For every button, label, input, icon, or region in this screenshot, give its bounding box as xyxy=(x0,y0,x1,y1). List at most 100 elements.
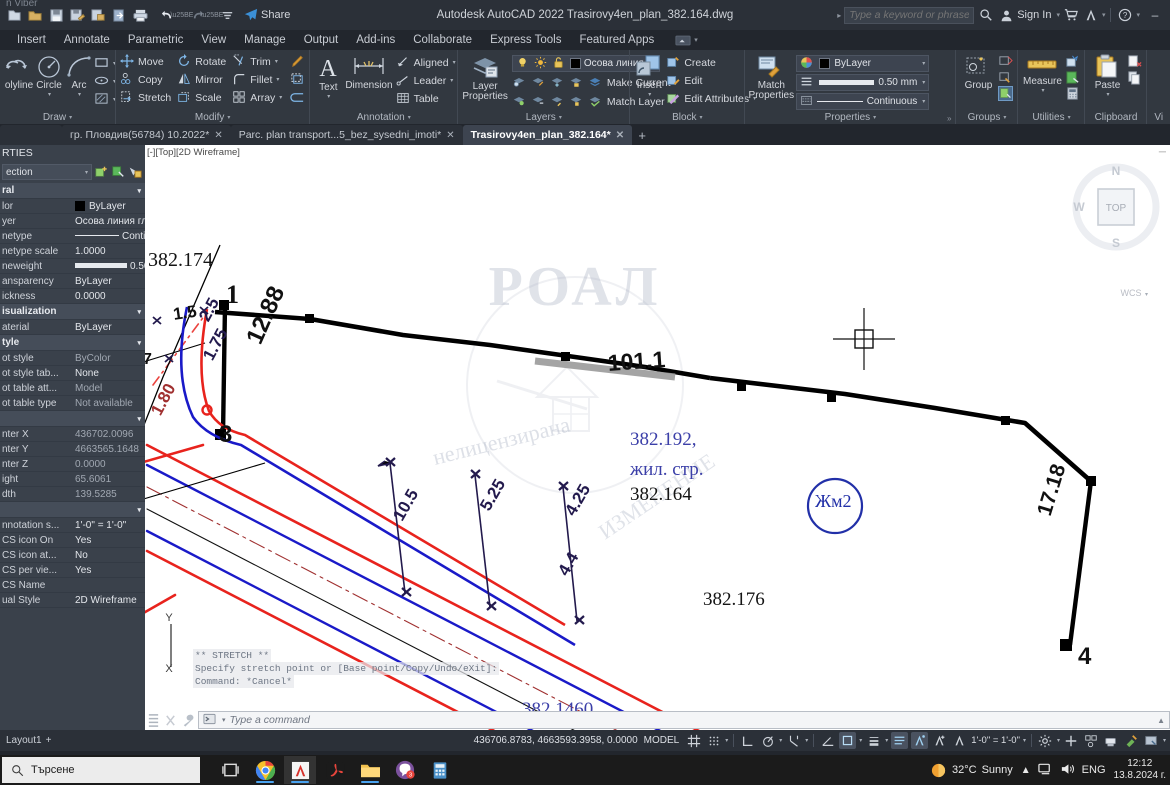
coordinates-readout[interactable]: 436706.8783, 4663593.3958, 0.0000 xyxy=(474,735,638,746)
pickadd-icon[interactable] xyxy=(128,165,143,180)
property-row[interactable]: netype Continu... xyxy=(0,229,145,244)
display-settings-icon[interactable] xyxy=(1143,732,1160,749)
transparency-icon[interactable] xyxy=(891,732,909,749)
layer-thaw-icon[interactable] xyxy=(531,94,546,109)
copy-button[interactable]: Copy xyxy=(120,71,171,88)
weather-widget[interactable]: 32°C Sunny xyxy=(930,762,1013,779)
property-value[interactable]: 1'-0" = 1'-0" xyxy=(72,520,145,531)
match-properties-button[interactable]: Match Properties xyxy=(749,53,794,101)
redo-dropdown-icon[interactable]: \u25BE xyxy=(201,5,224,25)
offset-button[interactable] xyxy=(290,71,305,88)
property-value[interactable]: 0.0000 xyxy=(72,459,145,470)
task-view-icon[interactable] xyxy=(214,756,246,784)
windows-search-box[interactable]: Търсене xyxy=(2,757,200,783)
ribbon-tab-insert[interactable]: Insert xyxy=(8,33,55,47)
customize-command-icon[interactable] xyxy=(181,713,196,728)
search-icon[interactable] xyxy=(977,6,995,24)
close-command-icon[interactable] xyxy=(164,713,179,728)
ellipse-button[interactable]: ▾ xyxy=(94,73,116,90)
isolate-objects-icon[interactable] xyxy=(1083,732,1100,749)
properties-section-header[interactable]: isualization ▾ xyxy=(0,304,145,320)
hatch-button[interactable]: ▾ xyxy=(94,91,116,108)
autocad-icon[interactable] xyxy=(284,756,316,784)
calculator-icon[interactable] xyxy=(1065,86,1080,101)
command-input-box[interactable]: ▾ Type a command ▲ xyxy=(198,711,1170,729)
select-objects-icon[interactable] xyxy=(111,165,126,180)
cleanscreen-icon[interactable] xyxy=(1123,732,1140,749)
layer-unlock-icon[interactable] xyxy=(550,94,565,109)
display-caret-icon[interactable]: ▾ xyxy=(1163,737,1166,744)
property-value[interactable]: No xyxy=(72,550,145,561)
wcs-selector[interactable]: WCS ▾ xyxy=(1120,288,1148,298)
help-caret-icon[interactable]: ▾ xyxy=(1136,11,1140,19)
store-cart-icon[interactable] xyxy=(1062,6,1080,24)
close-icon[interactable]: ✕ xyxy=(214,130,222,141)
property-value[interactable]: Yes xyxy=(72,565,145,576)
drawing-canvas[interactable]: [-][Top][2D Wireframe] ─ РОАЛ нелицензир… xyxy=(145,145,1170,730)
property-row[interactable]: ot style tab... None xyxy=(0,366,145,381)
property-row[interactable]: CS Name xyxy=(0,578,145,593)
command-scroll-icon[interactable]: ▲ xyxy=(1157,716,1165,725)
ribbon-tab-collaborate[interactable]: Collaborate xyxy=(404,33,481,47)
ribbon-tab-annotate[interactable]: Annotate xyxy=(55,33,119,47)
viewport-minimize-icon[interactable]: ─ xyxy=(1159,147,1166,158)
lineweight-caret-icon[interactable]: ▾ xyxy=(885,737,888,744)
property-row[interactable]: ight 65.6061 xyxy=(0,472,145,487)
selection-combo[interactable]: ection ▾ xyxy=(2,164,92,180)
add-layout-button[interactable]: + xyxy=(46,735,52,746)
measure-button[interactable]: Measure ▾ xyxy=(1022,53,1062,94)
annotation-scale-value[interactable]: 1'-0" = 1'-0" xyxy=(971,735,1020,746)
ribbon-tab-featured-apps[interactable]: Featured Apps xyxy=(570,33,663,47)
autodesk-a-icon[interactable] xyxy=(1082,6,1100,24)
property-row[interactable]: nter X 436702.0096 xyxy=(0,427,145,442)
property-row[interactable]: yer Осова линия гла... xyxy=(0,214,145,229)
viber-icon[interactable]: 3 xyxy=(389,756,421,784)
chrome-icon[interactable] xyxy=(249,756,281,784)
export-icon[interactable] xyxy=(109,5,129,25)
save-icon[interactable] xyxy=(46,5,66,25)
property-row[interactable]: ual Style 2D Wireframe xyxy=(0,593,145,608)
property-value[interactable]: ByLayer xyxy=(72,322,145,333)
leader-button[interactable]: Leader ▾ xyxy=(396,72,456,89)
chevron-down-icon[interactable]: ▾ xyxy=(137,415,141,423)
property-value[interactable]: Not available xyxy=(72,398,145,409)
property-value[interactable]: 2D Wireframe xyxy=(72,595,145,606)
customize-icon[interactable] xyxy=(217,5,237,25)
copy-clip-icon[interactable] xyxy=(1127,70,1142,85)
save-as-icon[interactable] xyxy=(67,5,87,25)
property-row[interactable]: dth 139.5285 xyxy=(0,487,145,502)
ribbon-tab-manage[interactable]: Manage xyxy=(235,33,295,47)
account-icon[interactable] xyxy=(997,6,1015,24)
help-icon[interactable]: ? xyxy=(1116,6,1134,24)
ribbon-tab-addins[interactable]: Add-ins xyxy=(347,33,404,47)
close-icon[interactable]: ✕ xyxy=(446,130,454,141)
viewcube[interactable]: TOP N W S xyxy=(1070,159,1162,259)
osnap-caret-icon[interactable]: ▾ xyxy=(805,737,808,744)
object-snap-icon[interactable] xyxy=(785,732,802,749)
paste-button[interactable]: Paste ▾ xyxy=(1089,53,1125,98)
ortho-icon[interactable] xyxy=(739,732,756,749)
text-button[interactable]: A Text ▾ xyxy=(314,53,342,100)
chevron-down-icon[interactable]: ▾ xyxy=(137,187,141,195)
polar-tracking-icon[interactable] xyxy=(759,732,776,749)
account-caret-icon[interactable]: ▾ xyxy=(1056,11,1060,19)
keyword-search[interactable]: ▸ xyxy=(837,6,995,24)
acrobat-icon[interactable] xyxy=(319,756,351,784)
layer-lock-icon[interactable] xyxy=(569,75,584,90)
property-value[interactable]: 0.50 mm xyxy=(72,261,145,272)
snap-icon[interactable] xyxy=(705,732,722,749)
ribbon-tab-parametric[interactable]: Parametric xyxy=(119,33,193,47)
scale-button[interactable]: Scale xyxy=(177,89,226,106)
dimension-button[interactable]: Dimension xyxy=(345,53,393,91)
property-row[interactable]: nnotation s... 1'-0" = 1'-0" xyxy=(0,518,145,533)
property-row[interactable]: ickness 0.0000 xyxy=(0,289,145,304)
plot-icon[interactable] xyxy=(130,5,150,25)
workspace-caret-icon[interactable]: ▾ xyxy=(1057,737,1060,744)
chevron-down-icon[interactable]: ▾ xyxy=(137,339,141,347)
quick-select-icon[interactable] xyxy=(1065,54,1080,69)
panel-title-properties[interactable]: Properties ▾ » xyxy=(749,111,952,124)
clock[interactable]: 12:12 13.8.2024 г. xyxy=(1114,758,1166,782)
group-edit-icon[interactable] xyxy=(998,70,1013,85)
plot-preview-icon[interactable] xyxy=(88,5,108,25)
otrack-icon[interactable] xyxy=(819,732,836,749)
